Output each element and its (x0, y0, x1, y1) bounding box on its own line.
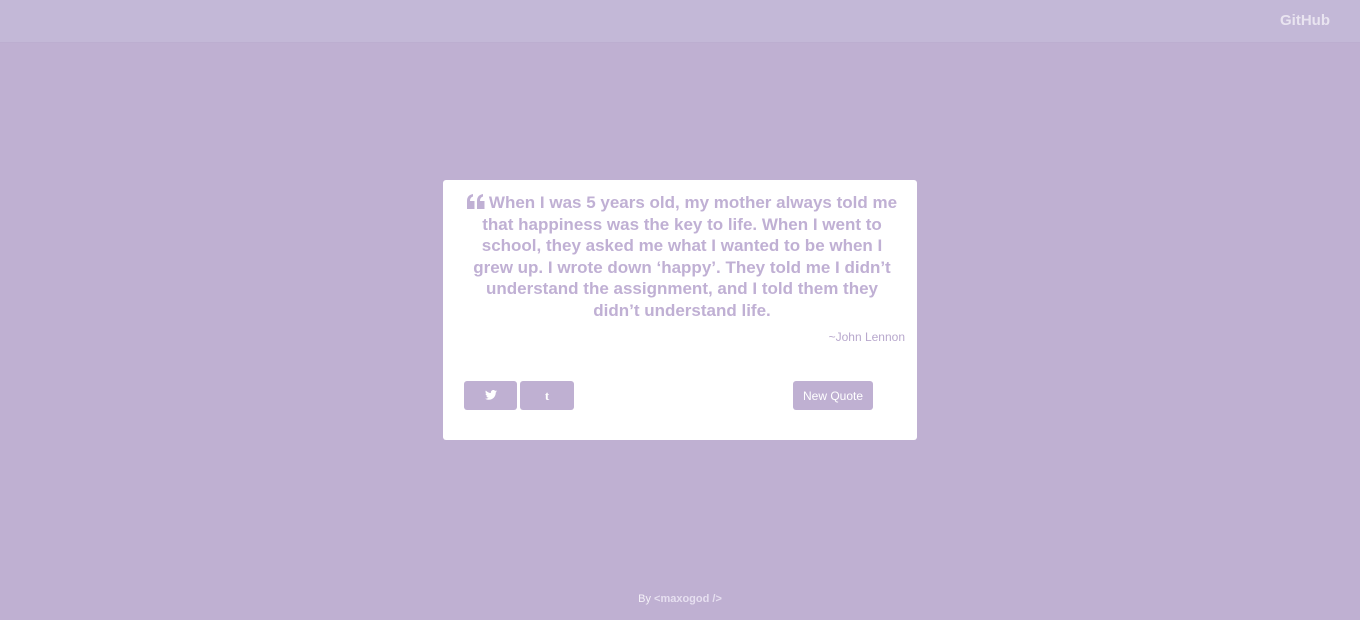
footer: By <maxogod /> (0, 593, 1360, 605)
quote-author: ~John Lennon (828, 330, 905, 344)
tumblr-icon: t (544, 387, 550, 403)
new-quote-button[interactable]: New Quote (793, 381, 873, 410)
quote-text-container: When I was 5 years old, my mother always… (463, 192, 901, 322)
footer-by-label: By (638, 593, 651, 605)
quote-left-icon (466, 194, 485, 209)
quote-text: When I was 5 years old, my mother always… (473, 193, 898, 320)
github-link[interactable]: GitHub (1280, 12, 1330, 29)
author-handle-link[interactable]: <maxogod /> (654, 593, 722, 605)
tumblr-button[interactable]: t (520, 381, 574, 410)
top-bar: GitHub (0, 0, 1360, 43)
quote-box: When I was 5 years old, my mother always… (443, 180, 917, 440)
twitter-icon (484, 387, 497, 405)
tweet-button[interactable] (464, 381, 517, 410)
